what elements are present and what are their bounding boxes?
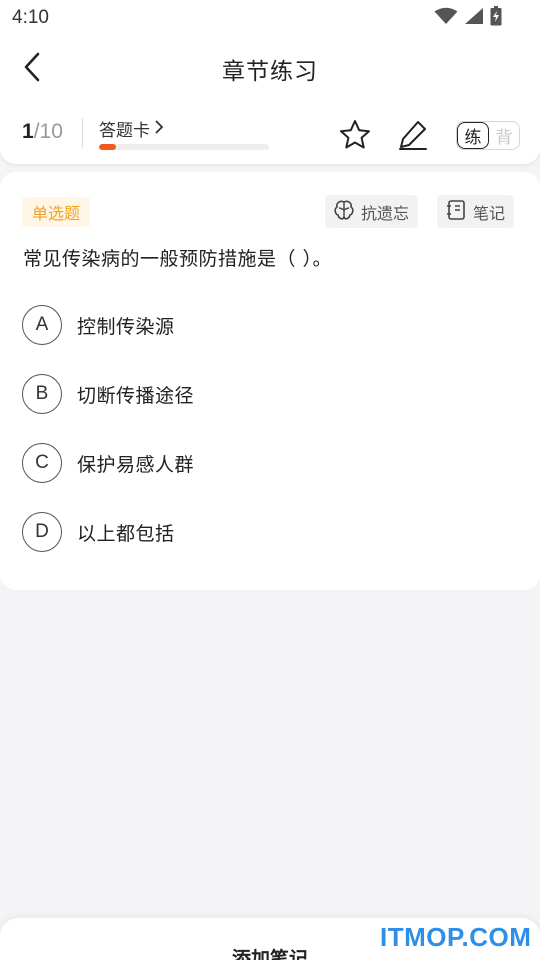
- question-text: 常见传染病的一般预防措施是（ ）。: [23, 248, 333, 270]
- option-text: 切断传播途径: [77, 384, 195, 407]
- practice-recite-toggle[interactable]: 练 背: [456, 121, 520, 150]
- option-letter: D: [22, 512, 62, 552]
- mode-recite[interactable]: 背: [489, 122, 519, 149]
- current-question-number: 1: [22, 120, 34, 143]
- question-type-badge: 单选题: [22, 197, 91, 227]
- watermark: ITMOP.COM: [380, 922, 532, 952]
- battery-charging-icon: [490, 6, 502, 30]
- notebook-icon: [445, 199, 467, 225]
- progress-fill: [99, 144, 116, 150]
- brain-icon: [333, 199, 355, 225]
- anti-forget-button[interactable]: 抗遗忘: [325, 195, 419, 228]
- status-icons: [434, 6, 502, 30]
- option-text: 控制传染源: [77, 315, 175, 338]
- answer-card-button[interactable]: 答题卡: [99, 116, 164, 141]
- option-d[interactable]: D 以上都包括: [22, 511, 512, 553]
- notes-label: 笔记: [473, 203, 506, 223]
- option-b[interactable]: B 切断传播途径: [22, 373, 512, 415]
- pen-icon: [396, 121, 430, 156]
- app-bar: 章节练习: [0, 36, 540, 102]
- option-letter: C: [22, 443, 62, 483]
- option-letter: B: [22, 374, 62, 414]
- question-counter: 1/10: [22, 120, 63, 144]
- screen: 4:10 章节练习 1/10 答题卡 练 背 单选题 抗遗忘 笔记 常见传染病的…: [0, 0, 540, 960]
- option-text: 保护易感人群: [77, 453, 195, 476]
- option-letter: A: [22, 305, 62, 345]
- favorite-button[interactable]: [338, 118, 372, 152]
- option-c[interactable]: C 保护易感人群: [22, 442, 512, 484]
- star-icon: [338, 120, 372, 156]
- cellular-signal-icon: [464, 7, 484, 29]
- progress-track: [99, 144, 269, 150]
- total-questions: /10: [33, 120, 63, 143]
- anti-forget-label: 抗遗忘: [361, 203, 410, 223]
- option-a[interactable]: A 控制传染源: [22, 304, 512, 346]
- status-time: 4:10: [12, 7, 49, 28]
- page-title: 章节练习: [222, 59, 318, 85]
- mode-practice[interactable]: 练: [457, 122, 489, 149]
- edit-button[interactable]: [396, 118, 430, 152]
- question-card: 单选题 抗遗忘 笔记 常见传染病的一般预防措施是（ ）。 A 控制传染源 B 切…: [0, 172, 540, 590]
- divider: [82, 118, 83, 148]
- notes-button[interactable]: 笔记: [437, 195, 515, 228]
- answer-card-label: 答题卡: [99, 121, 150, 141]
- chevron-right-icon: [154, 119, 164, 139]
- progress-bar-card: 1/10 答题卡 练 背: [0, 102, 540, 164]
- option-text: 以上都包括: [77, 522, 175, 545]
- wifi-icon: [434, 7, 458, 29]
- status-bar: 4:10: [0, 0, 540, 36]
